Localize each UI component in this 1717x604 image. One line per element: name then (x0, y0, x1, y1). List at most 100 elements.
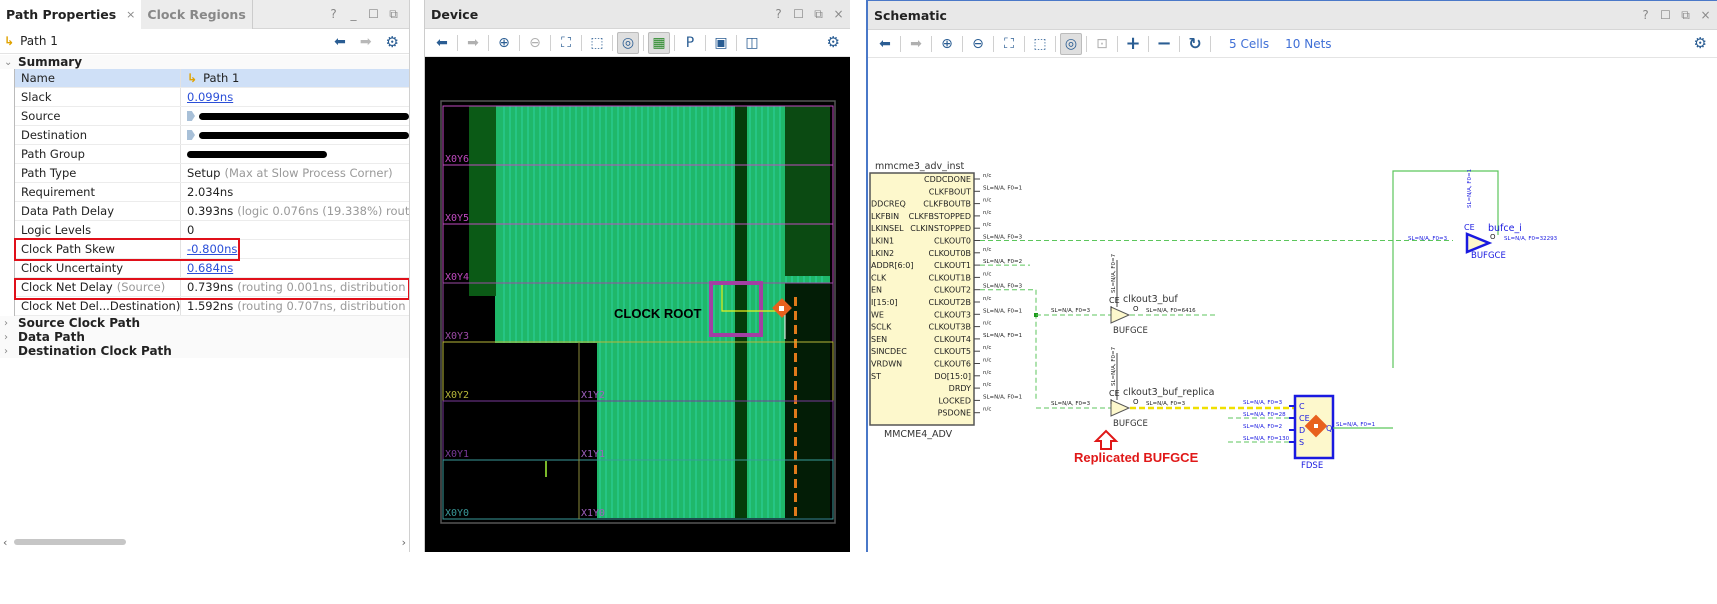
scroll-left-icon[interactable]: ‹ (3, 536, 7, 549)
close-icon[interactable]: × (1700, 8, 1711, 23)
net-label: SL=N/A, F0=3 (1051, 401, 1091, 407)
value-link[interactable]: 0.684ns (187, 261, 233, 275)
schematic-header: Schematic ? ☐ ⧉ × (868, 1, 1717, 30)
replicated-bufgce-annotation: Replicated BUFGCE (1074, 450, 1199, 465)
section-summary[interactable]: ⌄ Summary (0, 55, 409, 69)
property-key: Path Type (15, 164, 181, 182)
property-row[interactable]: Destination (15, 126, 409, 145)
zoom-selection-icon[interactable]: ⬚ (1029, 33, 1051, 55)
forward-arrow-icon[interactable]: ➡ (462, 32, 484, 54)
fabric-column (707, 343, 709, 518)
net-ff-q (1392, 170, 1499, 368)
back-arrow-icon[interactable]: ⬅ (431, 32, 453, 54)
cells-count-link[interactable]: 5 Cells (1229, 37, 1269, 51)
redacted-value (187, 150, 327, 158)
expand-plus-icon[interactable]: + (1122, 33, 1144, 55)
autofit-selection-icon[interactable]: ◎ (1060, 32, 1082, 55)
fabric-column (617, 343, 619, 518)
zoom-in-icon[interactable]: ⊕ (936, 33, 958, 55)
schematic-diagram[interactable]: mmcme3_adv_instMMCME4_ADVCDDCDONE n/cCLKF… (868, 58, 1717, 552)
zoom-fit-icon[interactable]: ⛶ (998, 33, 1020, 55)
io-pin (794, 423, 797, 432)
tab-path-properties[interactable]: Path Properties × (0, 0, 142, 29)
float-icon[interactable]: ⧉ (388, 7, 399, 22)
property-key-text: Logic Levels (21, 223, 92, 237)
collapse-icon[interactable]: ⊡ (1091, 33, 1113, 55)
net-label: n/c (983, 210, 991, 216)
section-data-path[interactable]: › Data Path (0, 330, 409, 344)
zoom-out-icon[interactable]: ⊖ (967, 33, 989, 55)
zoom-out-icon[interactable]: ⊖ (524, 32, 546, 54)
property-row[interactable]: Path Group (15, 145, 409, 164)
gear-icon[interactable]: ⚙ (827, 33, 840, 51)
minimize-icon[interactable]: _ (348, 7, 359, 22)
device-header: Device ? ☐ ⧉ × (425, 0, 850, 29)
value-detail: (routing 0.707ns, distribution 0.8 (237, 299, 410, 313)
help-icon[interactable]: ? (773, 7, 784, 22)
nets-count-link[interactable]: 10 Nets (1285, 37, 1331, 51)
show-nets-icon[interactable]: ◫ (741, 32, 763, 54)
value-link[interactable]: -0.800ns (187, 242, 237, 256)
horizontal-scrollbar[interactable]: ‹ › (0, 536, 409, 549)
pin-label: I (1110, 305, 1112, 313)
scrollbar-thumb[interactable] (14, 539, 126, 545)
io-pin (794, 437, 797, 446)
float-icon[interactable]: ⧉ (813, 7, 824, 22)
help-icon[interactable]: ? (328, 7, 339, 22)
routing-stub (545, 461, 547, 477)
property-row[interactable]: Clock Path Skew -0.800ns (15, 240, 409, 259)
place-ports-icon[interactable]: P (679, 32, 701, 54)
gear-icon[interactable]: ⚙ (386, 33, 399, 51)
zoom-fit-icon[interactable]: ⛶ (555, 32, 577, 54)
forward-arrow-icon[interactable]: ➡ (905, 33, 927, 55)
zoom-in-icon[interactable]: ⊕ (493, 32, 515, 54)
maximize-icon[interactable]: ☐ (1660, 8, 1671, 23)
property-row[interactable]: Requirement 2.034ns (15, 183, 409, 202)
autofit-selection-icon[interactable]: ◎ (617, 31, 639, 54)
fabric-column (659, 343, 661, 518)
property-row[interactable]: Path Type Setup (Max at Slow Process Corne… (15, 164, 409, 183)
maximize-icon[interactable]: ☐ (793, 7, 804, 22)
property-row[interactable]: Clock Uncertainty 0.684ns (15, 259, 409, 278)
chevron-right-icon: › (4, 331, 8, 343)
show-hierarchy-icon[interactable]: ▣ (710, 32, 732, 54)
mmcm-input-pin: I[15:0] (871, 298, 898, 307)
value-link[interactable]: 0.099ns (187, 90, 233, 104)
forward-arrow-icon[interactable]: ➡ (360, 34, 372, 50)
net-label: SL=N/A, F0=2 (1243, 424, 1282, 430)
property-row[interactable]: Clock Net Delay (Source) 0.739ns (routing 0… (15, 278, 409, 297)
net-label: SL=N/A, F0=3 (1051, 308, 1091, 314)
scroll-right-icon[interactable]: › (402, 536, 406, 549)
property-row[interactable]: Logic Levels 0 (15, 221, 409, 240)
help-icon[interactable]: ? (1640, 8, 1651, 23)
tab-clock-regions[interactable]: Clock Regions (141, 0, 253, 29)
section-destination-clock-path[interactable]: › Destination Clock Path (0, 344, 409, 358)
zoom-selection-icon[interactable]: ⬚ (586, 32, 608, 54)
property-value (181, 126, 409, 144)
routing-resources-icon[interactable]: ▦ (648, 31, 670, 54)
property-row[interactable]: Name ↳ Path 1 (15, 69, 409, 88)
gear-icon[interactable]: ⚙ (1694, 34, 1707, 52)
mmcm-output-pin: CLKOUT4 (934, 335, 971, 344)
refresh-icon[interactable]: ↻ (1184, 33, 1206, 55)
maximize-icon[interactable]: ☐ (368, 7, 379, 22)
device-view[interactable]: X0Y6 X0Y5 X0Y4 X0Y3 X0Y2 X0Y1 X0Y0 X1Y2 X1Y1 X1Y0… (425, 57, 850, 552)
fabric-column (641, 343, 643, 518)
float-icon[interactable]: ⧉ (1680, 8, 1691, 23)
property-key-text: Requirement (21, 185, 95, 199)
device-floorplan[interactable]: X0Y6 X0Y5 X0Y4 X0Y3 X0Y2 X0Y1 X0Y0 X1Y2 X1Y1 X1Y0… (425, 57, 850, 552)
section-source-clock-path[interactable]: › Source Clock Path (0, 316, 409, 330)
net-label: n/c (983, 370, 991, 376)
close-icon[interactable]: × (833, 7, 844, 22)
back-arrow-icon[interactable]: ⬅ (334, 34, 346, 50)
close-tab-icon[interactable]: × (126, 8, 135, 21)
property-row[interactable]: Data Path Delay 0.393ns (logic 0.076ns (19… (15, 202, 409, 221)
back-arrow-icon[interactable]: ⬅ (874, 33, 896, 55)
property-row[interactable]: Source (15, 107, 409, 126)
property-row[interactable]: Clock Net Del...Destination) 1.592ns (rout… (15, 297, 410, 316)
collapse-minus-icon[interactable]: − (1153, 33, 1175, 55)
property-row[interactable]: Slack 0.099ns (15, 88, 409, 107)
mmcm-output-pin: CLKFBOUT (929, 187, 971, 196)
mmcm-input-pin: SEN (871, 335, 887, 344)
schematic-view[interactable]: mmcme3_adv_inst MMCME4_ADV CDDCDONE n/c CLKF… (868, 58, 1717, 552)
